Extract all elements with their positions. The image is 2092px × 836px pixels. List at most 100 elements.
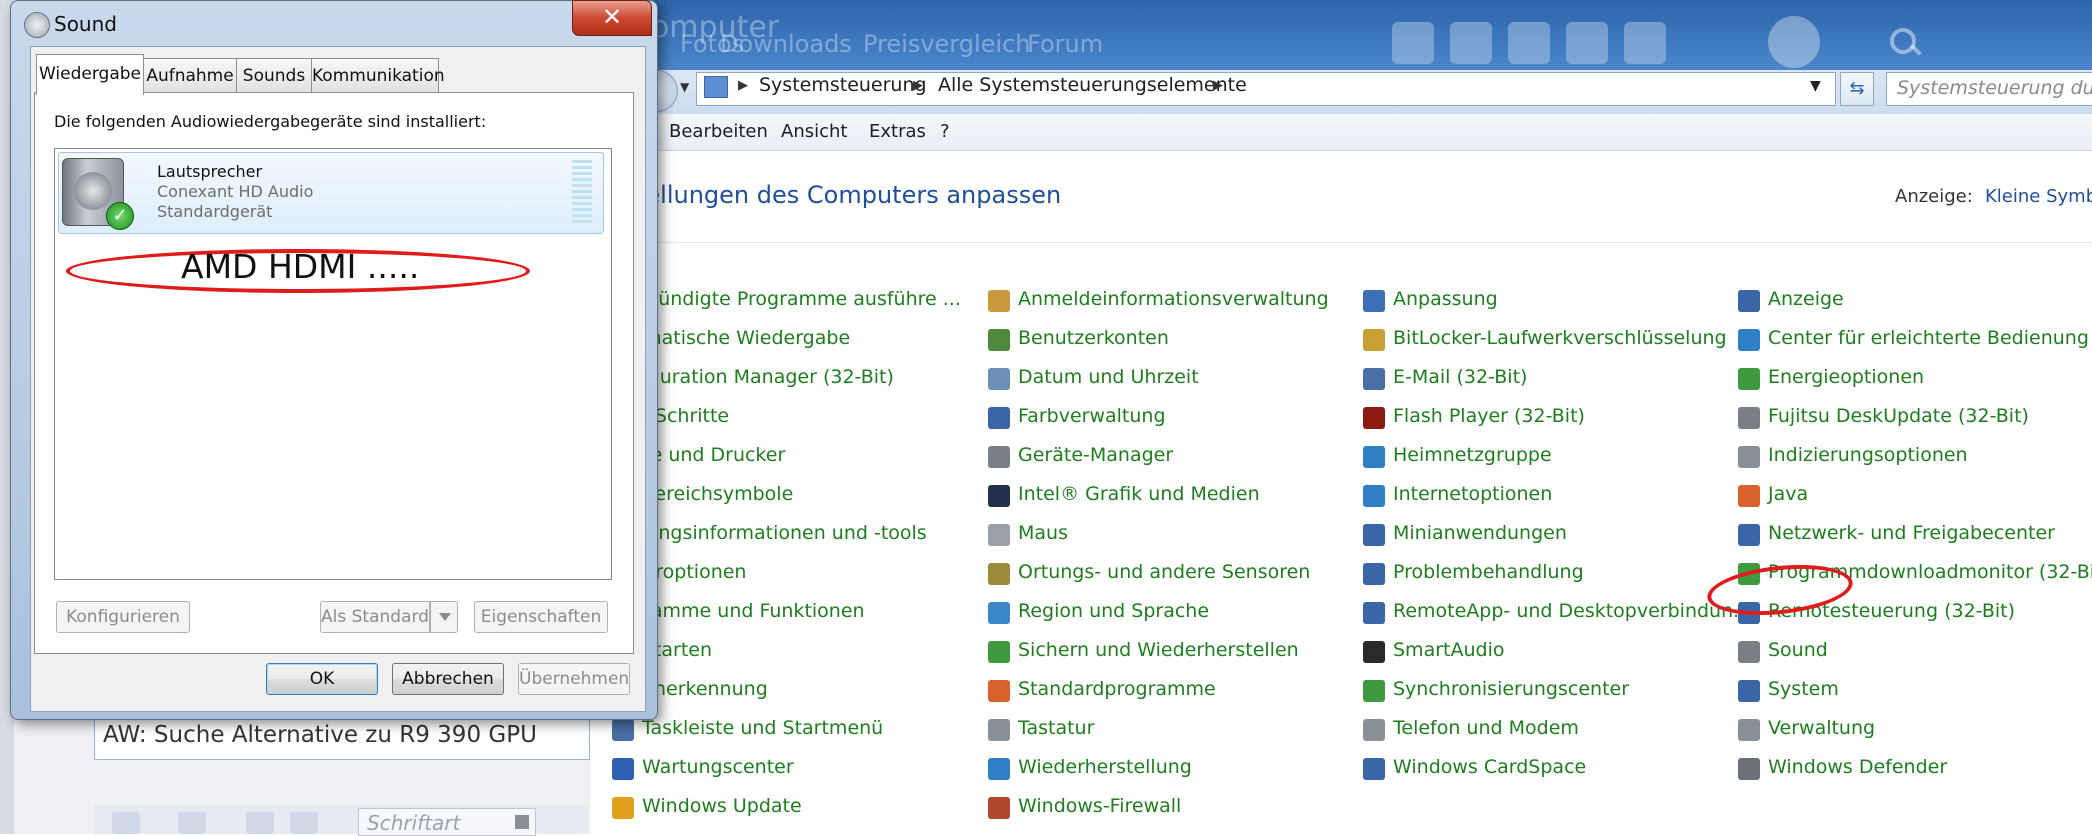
browser-header: Computer Fotos Downloads Preisvergleich … <box>590 0 2092 70</box>
cp-item-label: Sichern und Wiederherstellen <box>1018 639 1299 661</box>
xing-icon[interactable] <box>1508 22 1550 64</box>
cp-item-label: Anpassung <box>1393 288 1498 310</box>
breadcrumb-systemsteuerung[interactable]: Systemsteuerung <box>759 74 927 96</box>
nav-forum[interactable]: Forum <box>1027 30 1103 58</box>
reply-title-input[interactable]: AW: Suche Alternative zu R9 390 GPU <box>94 714 590 760</box>
set-default-button[interactable]: Als Standard <box>320 601 430 633</box>
set-default-dropdown[interactable] <box>430 601 458 633</box>
taskbar-icon <box>612 719 634 741</box>
cp-item-label: Fujitsu DeskUpdate (32-Bit) <box>1768 405 2029 427</box>
globe-icon <box>988 602 1010 624</box>
windows-update-icon <box>612 797 634 819</box>
cp-item-label: System <box>1768 678 1839 700</box>
twitter-icon[interactable] <box>1450 22 1492 64</box>
speaker-cone <box>74 172 112 210</box>
device-status: Standardgerät <box>157 202 273 221</box>
cp-item-label: Synchronisierungscenter <box>1393 678 1630 700</box>
menu-help[interactable]: ? <box>940 121 950 142</box>
user-avatar[interactable] <box>1768 16 1820 68</box>
font-size-icon[interactable] <box>112 812 140 834</box>
dialog-title: Sound <box>54 12 117 36</box>
font-select[interactable]: Schriftart <box>358 808 536 836</box>
search-icon[interactable] <box>1888 26 1922 60</box>
font-placeholder: Schriftart <box>367 811 461 835</box>
breadcrumb-arrow-icon[interactable]: ▶ <box>738 78 748 93</box>
cp-item-label: Sound <box>1768 639 1828 661</box>
reply-title-text: AW: Suche Alternative zu R9 390 GPU <box>103 722 537 748</box>
mail-icon <box>1363 368 1385 390</box>
nav-downloads[interactable]: Downloads <box>720 30 852 58</box>
menu-extras[interactable]: Extras <box>869 121 926 142</box>
copy-icon[interactable] <box>246 812 274 834</box>
clock-icon <box>988 368 1010 390</box>
tab-kommunikation[interactable]: Kommunikation <box>311 58 445 93</box>
recovery-icon <box>988 758 1010 780</box>
search-placeholder: Systemsteuerung durch <box>1897 77 2092 99</box>
level-bar <box>572 190 592 193</box>
breadcrumb-arrow-icon[interactable]: ▶ <box>1213 78 1223 93</box>
speaker-icon <box>24 12 50 38</box>
cp-item-label: BitLocker-Laufwerkverschlüsselung <box>1393 327 1727 349</box>
level-bar <box>572 214 592 217</box>
cp-item-label: eistungsinformationen und -tools <box>612 522 927 544</box>
device-name: Lautsprecher <box>157 162 263 181</box>
cp-item-label: Tastatur <box>1018 717 1095 739</box>
flash-icon <box>1363 407 1385 429</box>
cp-item-label: Geräte-Manager <box>1018 444 1174 466</box>
fujitsu-icon <box>1738 407 1760 429</box>
search-input[interactable]: Systemsteuerung durch <box>1886 72 2092 106</box>
menu-bearbeiten[interactable]: Bearbeiten <box>669 121 768 142</box>
tab-wiedergabe[interactable]: Wiedergabe <box>36 54 144 95</box>
youtube-icon[interactable] <box>1566 22 1608 64</box>
sound-icon <box>1738 641 1760 663</box>
level-bar <box>572 166 592 169</box>
cp-item-label: ngekündigte Programme ausführe ... <box>612 288 961 310</box>
vault-icon <box>988 290 1010 312</box>
cp-item-label: Telefon und Modem <box>1393 717 1579 739</box>
cp-item-label: Anzeige <box>1768 288 1844 310</box>
tab-aufnahme[interactable]: Aufnahme <box>143 58 237 93</box>
keyboard-icon <box>988 719 1010 741</box>
cp-item-label: Verwaltung <box>1768 717 1876 739</box>
homegroup-icon <box>1363 446 1385 468</box>
cp-item-label: Heimnetzgruppe <box>1393 444 1552 466</box>
phone-icon <box>1363 719 1385 741</box>
configure-button[interactable]: Konfigurieren <box>56 601 190 633</box>
close-button[interactable]: ✕ <box>572 0 652 36</box>
ok-button[interactable]: OK <box>266 663 378 695</box>
address-dropdown-icon[interactable]: ▼ <box>1810 78 1821 94</box>
breadcrumb-arrow-icon[interactable]: ▶ <box>913 78 923 93</box>
cp-item-label: Windows CardSpace <box>1393 756 1587 778</box>
apply-button[interactable]: Übernehmen <box>518 663 630 695</box>
font-color-icon[interactable] <box>178 812 206 834</box>
menu-ansicht[interactable]: Ansicht <box>781 121 847 142</box>
cp-item-label: Wartungscenter <box>642 756 794 778</box>
bitlocker-icon <box>1363 329 1385 351</box>
breadcrumb-all-items[interactable]: Alle Systemsteuerungselemente <box>938 74 1247 96</box>
device-item-lautsprecher[interactable] <box>58 152 604 234</box>
history-dropdown-icon[interactable]: ▼ <box>680 80 689 94</box>
cp-item-label: Wiederherstellung <box>1018 756 1192 778</box>
speaker-device-icon: ✓ <box>62 158 134 230</box>
nav-preisvergleich[interactable]: Preisvergleich <box>863 30 1030 58</box>
cancel-button[interactable]: Abbrechen <box>392 663 504 695</box>
cp-item-label: SmartAudio <box>1393 639 1505 661</box>
cp-item-label: Anmeldeinformationsverwaltung <box>1018 288 1329 310</box>
cp-item-label: Farbverwaltung <box>1018 405 1166 427</box>
cp-item-label: Problembehandlung <box>1393 561 1584 583</box>
refresh-icon[interactable]: ⇆ <box>1840 72 1874 106</box>
rss-icon[interactable] <box>1624 22 1666 64</box>
view-mode-link[interactable]: Kleine Symbo <box>1985 186 2092 207</box>
paste-icon[interactable] <box>290 812 318 834</box>
properties-button[interactable]: Eigenschaften <box>474 601 608 633</box>
device-manager-icon <box>988 446 1010 468</box>
device-driver: Conexant HD Audio <box>157 182 314 201</box>
cp-item-label: Benutzerkonten <box>1018 327 1169 349</box>
cp-item-label: Intel® Grafik und Medien <box>1018 483 1260 505</box>
monitor-color-icon <box>988 407 1010 429</box>
tab-sounds[interactable]: Sounds <box>236 58 312 93</box>
cp-item-label: Internetoptionen <box>1393 483 1553 505</box>
facebook-icon[interactable] <box>1392 22 1434 64</box>
cp-item-label: Netzwerk- und Freigabecenter <box>1768 522 2055 544</box>
java-icon <box>1738 485 1760 507</box>
